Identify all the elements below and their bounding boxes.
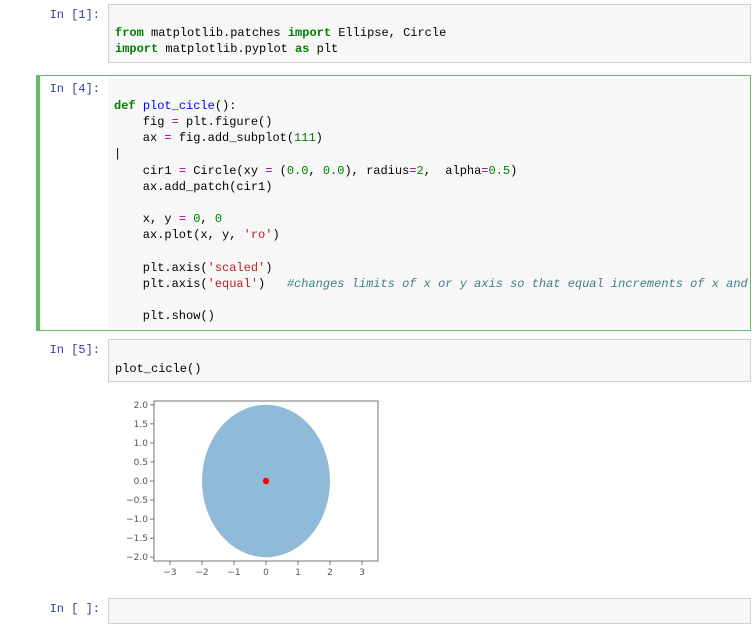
import-names: Ellipse, Circle xyxy=(338,26,446,40)
code-text: cir1 xyxy=(114,164,179,178)
svg-text:3: 3 xyxy=(359,568,365,578)
string: 'equal' xyxy=(208,277,258,291)
cursor-line: | xyxy=(114,147,121,161)
prompt-in-empty: In [ ]: xyxy=(36,598,108,624)
code-input-1[interactable]: from matplotlib.patches import Ellipse, … xyxy=(108,4,751,63)
code-text: ) xyxy=(258,277,287,291)
code-text: ) xyxy=(510,164,517,178)
number: 0.5 xyxy=(489,164,511,178)
code-cell-1[interactable]: In [1]: from matplotlib.patches import E… xyxy=(36,2,751,65)
prompt-out-5 xyxy=(36,388,108,588)
prompt-in-4: In [4]: xyxy=(40,78,108,329)
keyword-import: import xyxy=(288,26,331,40)
code-text: ( xyxy=(272,164,286,178)
svg-text:0: 0 xyxy=(263,568,269,578)
op-eq: = xyxy=(164,131,171,145)
code-text: plt.figure() xyxy=(179,115,273,129)
code-text: plt.axis( xyxy=(114,261,208,275)
code-cell-5[interactable]: In [5]: plot_cicle() xyxy=(36,337,751,383)
code-input-5[interactable]: plot_cicle() xyxy=(108,339,751,381)
code-text: , xyxy=(200,212,214,226)
code-text: ax.plot(x, y, xyxy=(114,228,244,242)
code-cell-empty[interactable]: In [ ]: xyxy=(36,596,751,626)
code-text: plt.show() xyxy=(114,309,215,323)
keyword-import: import xyxy=(115,42,158,56)
svg-text:−3: −3 xyxy=(163,568,176,578)
paren: (): xyxy=(215,99,237,113)
code-text: plot_cicle() xyxy=(115,362,201,376)
svg-text:1: 1 xyxy=(295,568,301,578)
svg-text:−2: −2 xyxy=(195,568,208,578)
code-text: ), radius xyxy=(344,164,409,178)
code-text: ) xyxy=(265,261,287,275)
module-name: matplotlib.patches xyxy=(151,26,281,40)
code-text: , alpha xyxy=(424,164,482,178)
keyword-from: from xyxy=(115,26,144,40)
svg-text:−1: −1 xyxy=(227,568,240,578)
svg-text:−2.0: −2.0 xyxy=(126,553,148,563)
code-input-4[interactable]: def plot_cicle(): fig = plt.figure() ax … xyxy=(108,78,750,329)
code-text: ) xyxy=(272,228,279,242)
svg-text:0.0: 0.0 xyxy=(134,477,149,487)
svg-text:0.5: 0.5 xyxy=(134,458,148,468)
code-text: Circle(xy xyxy=(186,164,265,178)
output-cell-5: −3 −2 −1 0 1 2 3 −2.0 −1.5 −1.0 −0.5 0.0 0.5 1.0 1.5 2.… xyxy=(36,386,751,590)
code-cell-4[interactable]: In [4]: def plot_cicle(): fig = plt.figu… xyxy=(36,75,751,332)
comment: #changes limits of x or y axis so that e… xyxy=(287,277,750,291)
code-text: ax.add_patch(cir1) xyxy=(114,180,272,194)
prompt-in-5: In [5]: xyxy=(36,339,108,381)
function-name: plot_cicle xyxy=(143,99,215,113)
svg-text:1.0: 1.0 xyxy=(134,439,149,449)
op-eq: = xyxy=(172,115,179,129)
code-text: plt.axis( xyxy=(114,277,208,291)
svg-text:2.0: 2.0 xyxy=(134,401,149,411)
code-text: ax xyxy=(114,131,164,145)
keyword-def: def xyxy=(114,99,136,113)
keyword-as: as xyxy=(295,42,309,56)
number: 2 xyxy=(416,164,423,178)
output-area-5: −3 −2 −1 0 1 2 3 −2.0 −1.5 −1.0 −0.5 0.0 0.5 1.0 1.5 2.… xyxy=(108,388,751,588)
module-name: matplotlib.pyplot xyxy=(165,42,287,56)
svg-text:−1.5: −1.5 xyxy=(126,534,148,544)
number: 0.0 xyxy=(323,164,345,178)
code-text: ) xyxy=(316,131,323,145)
number: 0.0 xyxy=(287,164,309,178)
svg-text:−0.5: −0.5 xyxy=(126,496,148,506)
number: 111 xyxy=(294,131,316,145)
svg-text:2: 2 xyxy=(327,568,333,578)
op-eq: = xyxy=(179,212,186,226)
code-text: x, y xyxy=(114,212,179,226)
svg-text:−1.0: −1.0 xyxy=(126,515,148,525)
string: 'ro' xyxy=(244,228,273,242)
matplotlib-figure: −3 −2 −1 0 1 2 3 −2.0 −1.5 −1.0 −0.5 0.0 0.5 1.0 1.5 2.… xyxy=(114,393,386,583)
code-input-empty[interactable] xyxy=(108,598,751,624)
string: 'scaled' xyxy=(208,261,266,275)
op-eq: = xyxy=(179,164,186,178)
alias-name: plt xyxy=(317,42,339,56)
code-text: fig.add_subplot( xyxy=(172,131,294,145)
svg-text:1.5: 1.5 xyxy=(134,420,148,430)
op-eq: = xyxy=(481,164,488,178)
code-text: fig xyxy=(114,115,172,129)
code-text: , xyxy=(308,164,322,178)
number: 0 xyxy=(215,212,222,226)
prompt-in-1: In [1]: xyxy=(36,4,108,63)
